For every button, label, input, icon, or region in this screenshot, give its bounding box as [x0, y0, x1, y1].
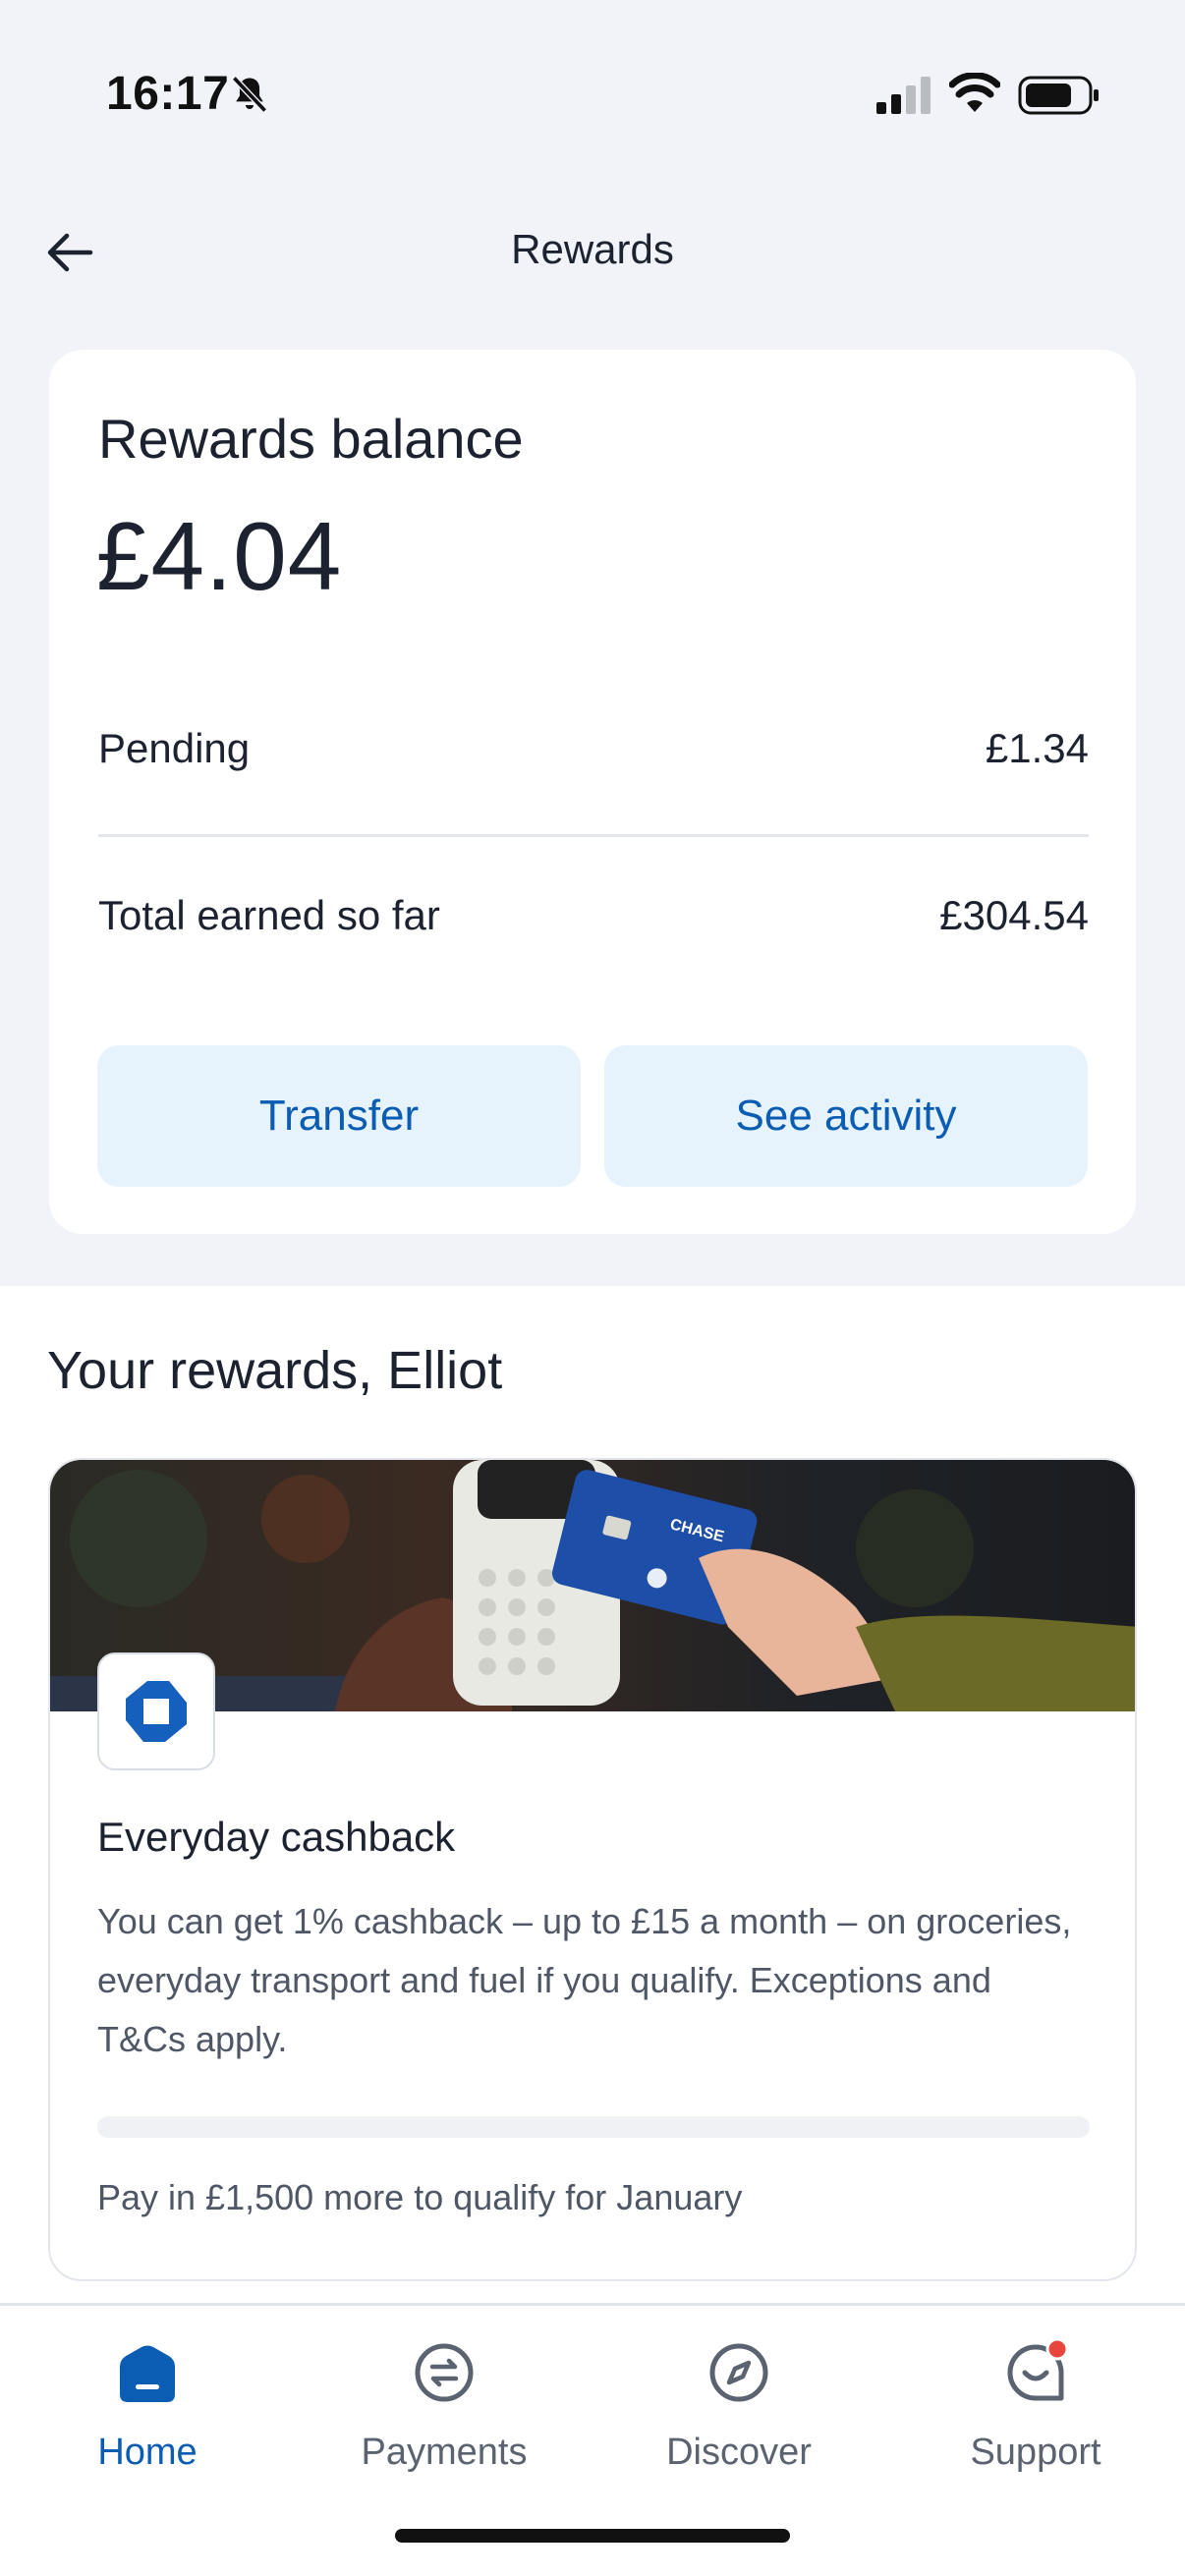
tab-support[interactable]: Support [908, 2329, 1163, 2496]
total-earned-value: £304.54 [939, 892, 1089, 938]
page-title: Rewards [511, 226, 674, 272]
bell-muted-icon [232, 76, 267, 113]
tab-support-label: Support [970, 2432, 1101, 2473]
transfer-button[interactable]: Transfer [97, 1045, 581, 1187]
chase-octagon-icon [126, 1681, 187, 1742]
wifi-icon [949, 73, 1000, 112]
tab-discover-label: Discover [666, 2432, 812, 2473]
qualify-progress-text: Pay in £1,500 more to qualify for Januar… [97, 2177, 743, 2217]
transfer-button-label: Transfer [258, 1092, 420, 1140]
status-time: 16:17 [106, 68, 230, 120]
everyday-cashback-card[interactable]: CHASE Everyday cashback You can get 1% c… [48, 1458, 1137, 2281]
home-icon [120, 2345, 175, 2402]
tab-home[interactable]: Home [20, 2329, 275, 2496]
tab-payments-label: Payments [361, 2432, 528, 2473]
total-earned-label: Total earned so far [98, 892, 440, 938]
chase-logo [97, 1652, 215, 1770]
support-chat-icon [1007, 2337, 1069, 2401]
tab-payments[interactable]: Payments [316, 2329, 572, 2496]
balance-amount: £4.04 [96, 502, 343, 610]
cashback-card-description: You can get 1% cashback – up to £15 a mo… [97, 1901, 1072, 2059]
notification-dot [1045, 2337, 1069, 2361]
pending-value: £1.34 [985, 725, 1089, 771]
balance-heading: Rewards balance [98, 408, 524, 470]
battery-icon [1018, 76, 1099, 115]
cashback-card-title: Everyday cashback [97, 1814, 456, 1860]
tab-discover[interactable]: Discover [611, 2329, 867, 2496]
payments-icon [415, 2343, 474, 2402]
rewards-section-heading: Your rewards, Elliot [47, 1341, 503, 1400]
pending-label: Pending [98, 725, 251, 771]
see-activity-button[interactable]: See activity [604, 1045, 1088, 1187]
home-indicator [395, 2529, 790, 2543]
signal-icon [876, 77, 931, 114]
qualify-progress-bar [97, 2116, 1090, 2138]
see-activity-button-label: See activity [735, 1092, 957, 1140]
rewards-balance-card: Rewards balance £4.04 Pending £1.34 Tota… [49, 350, 1136, 1234]
tab-home-label: Home [97, 2432, 198, 2473]
status-bar: 16:17 [0, 0, 1185, 187]
compass-icon [709, 2343, 768, 2402]
divider [98, 834, 1089, 837]
